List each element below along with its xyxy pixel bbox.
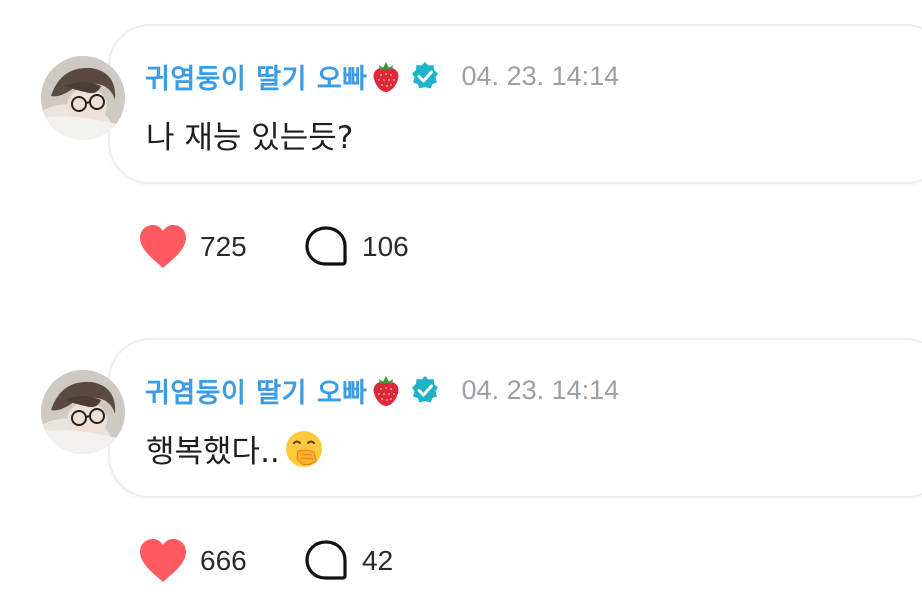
like-count: 666 xyxy=(200,545,247,576)
message-text: 행복했다.. xyxy=(146,434,280,470)
comment-count: 42 xyxy=(362,545,394,576)
post-header: 귀염둥이 딸기 오빠 04. 23. 14:14 xyxy=(145,371,620,410)
heart-icon[interactable] xyxy=(138,538,188,584)
post-message: 행복했다.. xyxy=(146,426,324,471)
post-header: 귀염둥이 딸기 오빠 04. 23. 14:14 xyxy=(145,57,620,96)
avatar[interactable] xyxy=(41,56,125,140)
post-actions: 666 42 xyxy=(138,537,393,585)
timestamp: 04. 23. 14:14 xyxy=(461,374,620,405)
post-actions: 725 106 xyxy=(138,223,409,271)
post-bubble[interactable] xyxy=(108,338,922,498)
post-message: 나 재능 있는듯? xyxy=(146,112,353,157)
comment-count: 106 xyxy=(362,231,409,262)
strawberry-icon xyxy=(373,376,399,406)
comment-icon[interactable] xyxy=(304,225,348,269)
verified-badge-icon xyxy=(411,376,438,403)
avatar[interactable] xyxy=(41,370,125,454)
comment-icon[interactable] xyxy=(304,539,348,583)
heart-icon[interactable] xyxy=(138,224,188,270)
username[interactable]: 귀염둥이 딸기 오빠 xyxy=(145,371,368,410)
message-text: 나 재능 있는듯? xyxy=(146,120,354,156)
verified-badge-icon xyxy=(411,62,438,89)
face-with-hand-over-mouth-icon xyxy=(285,430,322,467)
like-count: 725 xyxy=(200,231,247,262)
timestamp: 04. 23. 14:14 xyxy=(461,60,620,91)
username[interactable]: 귀염둥이 딸기 오빠 xyxy=(145,57,368,96)
post-bubble[interactable] xyxy=(108,24,922,184)
strawberry-icon xyxy=(373,62,399,92)
